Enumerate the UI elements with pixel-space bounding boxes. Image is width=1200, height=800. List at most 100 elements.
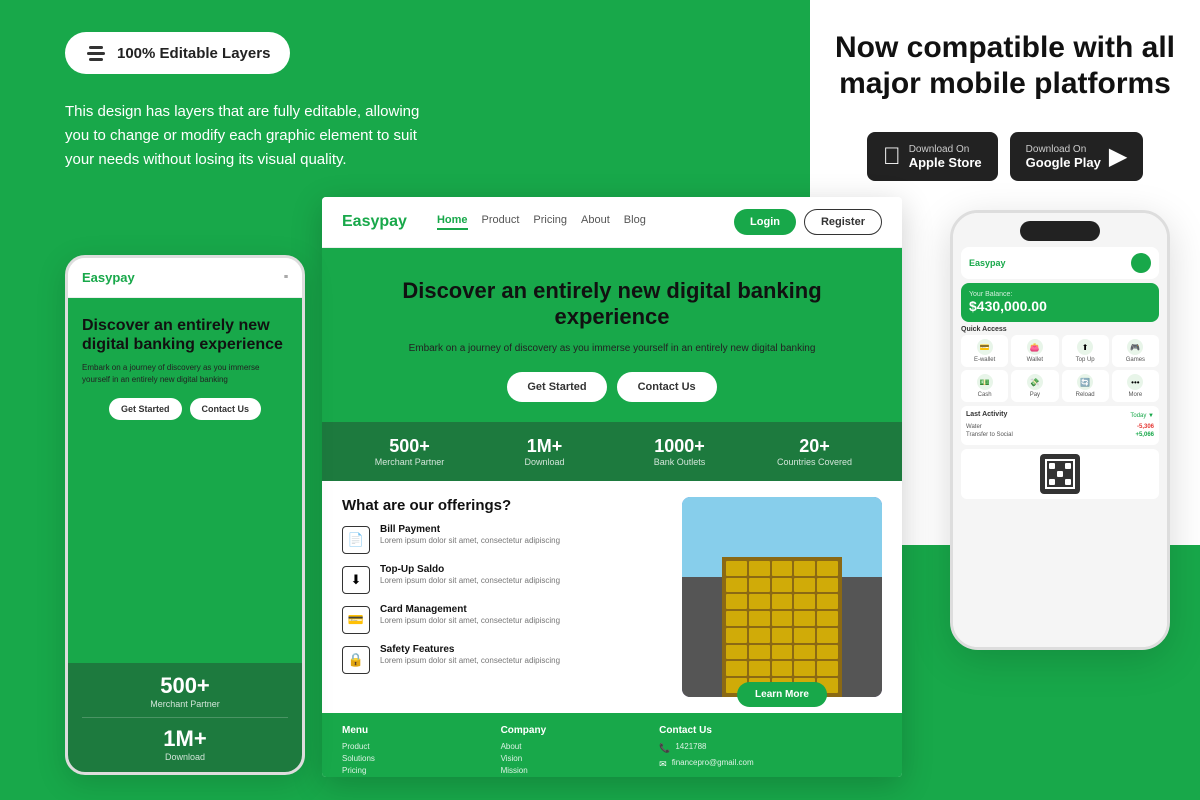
offering-safety-name: Safety Features <box>380 644 560 655</box>
offerings-title: What are our offerings? <box>342 497 666 514</box>
stat-countries-num: 20+ <box>747 436 882 457</box>
hero-buttons: Get Started Contact Us <box>342 372 882 402</box>
lm-stat2-label: Download <box>82 752 288 762</box>
stat-divider <box>82 717 288 718</box>
login-button[interactable]: Login <box>734 209 796 235</box>
left-mobile-screen: Easypay ≡ Discover an entirely new digit… <box>68 258 302 772</box>
last-activity-title: Last Activity <box>966 411 1007 418</box>
footer-menu-col: Menu Product Solutions Pricing Blog <box>342 725 491 777</box>
stat-bank-label: Bank Outlets <box>612 457 747 467</box>
offering-card-text: Card Management Lorem ipsum dolor sit am… <box>380 604 560 626</box>
offering-topup-name: Top-Up Saldo <box>380 564 560 575</box>
lm-get-started-button[interactable]: Get Started <box>109 398 182 420</box>
activity-water-amount: -5,306 <box>1137 424 1154 430</box>
wallet-icon: 👛 <box>1027 339 1043 355</box>
offering-bill-desc: Lorem ipsum dolor sit amet, consectetur … <box>380 535 560 546</box>
quick-icons: 💳 E-wallet 👛 Wallet ⬆ Top Up 🎮 Games 💵 C… <box>961 335 1159 402</box>
stat-countries-label: Countries Covered <box>747 457 882 467</box>
apple-store-sub: Download On <box>909 144 982 155</box>
stat-countries: 20+ Countries Covered <box>747 436 882 467</box>
apple-store-button[interactable]:  Download On Apple Store <box>867 132 998 181</box>
offering-topup-text: Top-Up Saldo Lorem ipsum dolor sit amet,… <box>380 564 560 586</box>
footer-company-col: Company About Vision Mission Follow us F… <box>501 725 650 777</box>
offering-safety-desc: Lorem ipsum dolor sit amet, consectetur … <box>380 655 560 666</box>
compatible-title: Now compatible with all major mobile pla… <box>830 30 1180 102</box>
footer-link-solutions[interactable]: Solutions <box>342 754 491 763</box>
store-buttons:  Download On Apple Store Download On Go… <box>867 132 1144 181</box>
footer-company-about[interactable]: About <box>501 742 650 751</box>
lm-navbar: Easypay ≡ <box>68 258 302 298</box>
activity-water-label: Water <box>966 424 982 430</box>
icon-pay: 💸 Pay <box>1011 370 1058 402</box>
safety-icon: 🔒 <box>342 646 370 674</box>
offering-bill: 📄 Bill Payment Lorem ipsum dolor sit ame… <box>342 524 666 554</box>
reload-icon: 🔄 <box>1077 374 1093 390</box>
lm-stat1-num: 500+ <box>82 673 288 699</box>
google-play-name: Google Play <box>1026 155 1101 170</box>
last-activity: Last Activity Today ▼ Water -5,306 Trans… <box>961 406 1159 445</box>
site-hero: Discover an entirely new digital banking… <box>322 248 902 422</box>
offering-safety: 🔒 Safety Features Lorem ipsum dolor sit … <box>342 644 666 674</box>
layers-icon <box>85 42 107 64</box>
offering-card-name: Card Management <box>380 604 560 615</box>
left-mobile-mockup: Easypay ≡ Discover an entirely new digit… <box>65 255 305 775</box>
site-navbar: Easypay Home Product Pricing About Blog … <box>322 197 902 248</box>
footer-link-pricing[interactable]: Pricing <box>342 766 491 775</box>
contact-us-button[interactable]: Contact Us <box>617 372 717 402</box>
topup-icon: ⬆ <box>1077 339 1093 355</box>
footer-company-mission[interactable]: Mission <box>501 766 650 775</box>
icon-topup: ⬆ Top Up <box>1062 335 1109 367</box>
icon-cash: 💵 Cash <box>961 370 1008 402</box>
ewallet-icon: 💳 <box>977 339 993 355</box>
website-mockup: Easypay Home Product Pricing About Blog … <box>322 197 902 777</box>
games-icon: 🎮 <box>1127 339 1143 355</box>
lm-nav-items: ≡ <box>284 274 288 281</box>
google-play-button[interactable]: Download On Google Play ▶ <box>1010 132 1144 181</box>
badge-text: 100% Editable Layers <box>117 45 270 62</box>
lm-stats: 500+ Merchant Partner 1M+ Download <box>68 663 302 772</box>
nav-about[interactable]: About <box>581 214 610 230</box>
nav-product[interactable]: Product <box>482 214 520 230</box>
balance-label: Your Balance: <box>969 291 1151 298</box>
activity-row-water: Water -5,306 <box>966 424 1154 430</box>
email-icon: ✉ <box>659 759 667 770</box>
offering-topup-desc: Lorem ipsum dolor sit amet, consectetur … <box>380 575 560 586</box>
register-button[interactable]: Register <box>804 209 882 235</box>
lm-buttons: Get Started Contact Us <box>82 398 288 420</box>
learn-more-button[interactable]: Learn More <box>737 682 827 707</box>
icon-games: 🎮 Games <box>1112 335 1159 367</box>
stat-bank-num: 1000+ <box>612 436 747 457</box>
building-shape <box>722 557 842 697</box>
footer-menu-title: Menu <box>342 725 491 736</box>
footer-phone-item: 📞 1421788 <box>659 742 882 754</box>
offerings-section: What are our offerings? 📄 Bill Payment L… <box>322 481 902 713</box>
stat-bank: 1000+ Bank Outlets <box>612 436 747 467</box>
nav-home[interactable]: Home <box>437 214 468 230</box>
last-activity-header: Last Activity Today ▼ <box>966 411 1154 421</box>
topup-icon: ⬇ <box>342 566 370 594</box>
balance-amount: $430,000.00 <box>969 298 1151 314</box>
icon-reload: 🔄 Reload <box>1062 370 1109 402</box>
bill-icon: 📄 <box>342 526 370 554</box>
nav-pricing[interactable]: Pricing <box>533 214 567 230</box>
hero-title: Discover an entirely new digital banking… <box>342 278 882 331</box>
lm-contact-button[interactable]: Contact Us <box>190 398 262 420</box>
google-play-sub: Download On <box>1026 144 1101 155</box>
footer-phone: 1421788 <box>675 742 706 751</box>
stat-merchant-label: Merchant Partner <box>342 457 477 467</box>
offering-bill-text: Bill Payment Lorem ipsum dolor sit amet,… <box>380 524 560 546</box>
icon-wallet: 👛 Wallet <box>1011 335 1058 367</box>
stats-bar: 500+ Merchant Partner 1M+ Download 1000+… <box>322 422 902 481</box>
stat-download: 1M+ Download <box>477 436 612 467</box>
phone-screen: Easypay Your Balance: $430,000.00 Quick … <box>953 213 1167 647</box>
site-logo: Easypay <box>342 213 407 231</box>
phone-icon: 📞 <box>659 743 670 754</box>
footer-company-vision[interactable]: Vision <box>501 754 650 763</box>
lm-stat2-num: 1M+ <box>82 726 288 752</box>
stat-merchant: 500+ Merchant Partner <box>342 436 477 467</box>
lm-stat1-label: Merchant Partner <box>82 699 288 709</box>
footer-link-product[interactable]: Product <box>342 742 491 751</box>
get-started-button[interactable]: Get Started <box>507 372 606 402</box>
nav-blog[interactable]: Blog <box>624 214 646 230</box>
cash-icon: 💵 <box>977 374 993 390</box>
